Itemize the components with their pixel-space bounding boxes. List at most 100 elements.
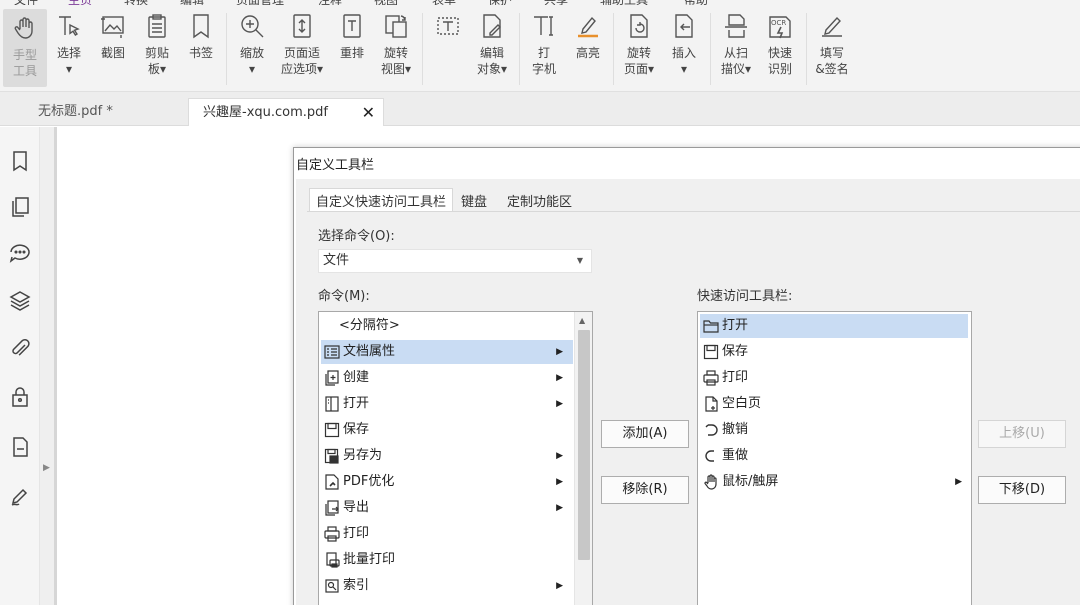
select-button[interactable]: 选择 ▾ [47, 13, 91, 77]
batch-print-icon [326, 552, 340, 568]
list-item[interactable]: 保存 [321, 418, 573, 442]
bookmark-panel-icon[interactable] [8, 149, 32, 173]
comments-panel-icon[interactable] [8, 241, 32, 265]
snapshot-button[interactable]: 截图 [91, 13, 135, 61]
tab-divider [307, 211, 1080, 212]
clipboard-button[interactable]: 剪贴 板▾ [135, 13, 179, 77]
rotate-page-icon [630, 14, 648, 38]
fill-sign-icon [822, 16, 842, 37]
scanner-icon [725, 14, 747, 38]
undo-icon [705, 424, 718, 436]
rotate-view-label: 旋转 视图▾ [380, 46, 412, 76]
list-item[interactable]: 批量打印 [321, 548, 573, 572]
list-item[interactable]: 创建 ▶ [321, 366, 573, 390]
list-item[interactable]: 另存为 ▶ [321, 444, 573, 468]
document-tab-bar: 无标题.pdf * 兴趣屋-xqu.com.pdf ✕ [0, 92, 1080, 126]
list-item[interactable]: 文档属性 ▶ [321, 340, 573, 364]
print-icon [703, 370, 719, 386]
command-category-value: 文件 [323, 253, 350, 268]
ocr-button[interactable]: OCR 快速 识别 [758, 13, 802, 77]
highlight-button[interactable]: 高亮 [566, 13, 610, 61]
typewriter-button[interactable]: 打 字机 [522, 13, 566, 77]
typewriter-icon [534, 16, 553, 36]
tab-xqu-pdf[interactable]: 兴趣屋-xqu.com.pdf ✕ [188, 98, 384, 126]
tab-untitled[interactable]: 无标题.pdf * [24, 98, 186, 126]
edit-text-button[interactable] [426, 13, 470, 39]
navigation-panel [0, 127, 40, 605]
list-item[interactable]: <分隔符> [321, 314, 573, 338]
create-icon [325, 370, 339, 386]
scroll-thumb[interactable] [578, 330, 590, 560]
edit-text-icon [437, 17, 459, 35]
signature-panel-icon[interactable] [8, 483, 32, 507]
hand-tool-button[interactable]: 手型 工具 [3, 9, 47, 87]
attachment-panel-icon[interactable] [8, 337, 32, 361]
scan-label: 从扫 描仪▾ [720, 46, 752, 76]
list-item[interactable]: PDF优化 ▶ [321, 470, 573, 494]
tab-quick-access[interactable]: 自定义快速访问工具栏 [309, 188, 454, 212]
page-format-panel-icon[interactable] [8, 435, 32, 459]
fit-page-icon [293, 14, 311, 38]
save-icon [324, 422, 340, 438]
close-tab-icon[interactable]: ✕ [362, 99, 375, 127]
rotate-page-label: 旋转 页面▾ [623, 46, 655, 76]
tab-xqu-pdf-label: 兴趣屋-xqu.com.pdf [203, 105, 328, 120]
edit-object-icon [483, 14, 501, 38]
reflow-button[interactable]: 重排 [330, 13, 374, 61]
move-down-button[interactable]: 下移(D) [978, 476, 1066, 504]
hand-tool-label: 手型 工具 [12, 48, 37, 78]
list-item[interactable]: 打印 [321, 522, 573, 546]
fill-sign-label: 填写 &签名 [815, 46, 849, 76]
list-item[interactable]: 打开 ▶ [321, 392, 573, 416]
quick-access-label: 快速访问工具栏: [697, 289, 793, 304]
panel-collapse-strip[interactable]: ▶ [40, 127, 54, 605]
list-item[interactable]: 空白页 [700, 392, 968, 416]
list-item[interactable]: 打印 [700, 366, 968, 390]
list-item[interactable]: 鼠标/触屏 ▶ [700, 470, 968, 494]
typewriter-label: 打 字机 [531, 46, 556, 76]
tab-keyboard[interactable]: 键盘 [461, 191, 487, 210]
list-item[interactable]: 索引 ▶ [321, 574, 573, 598]
list-item[interactable]: 保存 [700, 340, 968, 364]
fill-sign-button[interactable]: 填写 &签名 [810, 13, 854, 77]
scan-button[interactable]: 从扫 描仪▾ [714, 13, 758, 77]
pages-panel-icon[interactable] [8, 195, 32, 219]
ocr-label: 快速 识别 [767, 46, 792, 76]
highlighter-icon [578, 16, 598, 38]
submenu-arrow-icon: ▶ [556, 581, 563, 591]
tab-customize-ribbon[interactable]: 定制功能区 [507, 191, 572, 210]
rotate-page-button[interactable]: 旋转 页面▾ [617, 13, 661, 77]
move-up-button[interactable]: 上移(U) [978, 420, 1066, 448]
text-select-icon [59, 16, 80, 36]
layers-panel-icon[interactable] [8, 289, 32, 313]
dropdown-arrow-icon[interactable]: ▼ [577, 250, 583, 272]
list-item[interactable]: 撤销 [700, 418, 968, 442]
quick-access-list[interactable]: 打开 保存 打印 空白页 撤销 重做 鼠标/触屏 ▶ [697, 311, 972, 605]
command-category-select[interactable]: 文件 ▼ [318, 249, 592, 273]
ribbon-separator [422, 13, 423, 85]
commands-list[interactable]: <分隔符> 文档属性 ▶ 创建 ▶ 打开 ▶ 保存 另存为 ▶ PDF优化 ▶ … [318, 311, 593, 605]
edit-object-button[interactable]: 编辑 对象▾ [470, 13, 514, 77]
remove-button[interactable]: 移除(R) [601, 476, 689, 504]
submenu-arrow-icon: ▶ [556, 451, 563, 461]
zoom-button[interactable]: 缩放 ▾ [230, 13, 274, 77]
select-command-label: 选择命令(O): [318, 229, 395, 244]
fit-page-button[interactable]: 页面适 应选项▾ [279, 13, 325, 77]
scroll-up-icon[interactable]: ▲ [579, 316, 585, 325]
security-panel-icon[interactable] [8, 385, 32, 409]
expand-panel-icon[interactable]: ▶ [43, 463, 50, 473]
rotate-view-icon [385, 15, 407, 38]
list-item[interactable]: 重做 [700, 444, 968, 468]
insert-button[interactable]: 插入 ▾ [662, 13, 706, 77]
ribbon-toolbar: 手型 工具 选择 ▾ 截图 剪贴 板▾ 书签 缩放 ▾ 页面适 应选项▾ 重排 … [0, 5, 1080, 92]
add-button[interactable]: 添加(A) [601, 420, 689, 448]
rotate-view-button[interactable]: 旋转 视图▾ [374, 13, 418, 77]
commands-scrollbar[interactable]: ▲ [574, 312, 592, 605]
list-item[interactable]: 打开 [700, 314, 968, 338]
list-item[interactable]: 导出 ▶ [321, 496, 573, 520]
zoom-label: 缩放 ▾ [239, 46, 264, 76]
customize-toolbar-dialog: 自定义工具栏 自定义快速访问工具栏 键盘 定制功能区 选择命令(O): 文件 ▼… [293, 147, 1080, 605]
bookmark-button[interactable]: 书签 [179, 13, 223, 61]
tab-untitled-label: 无标题.pdf * [38, 104, 113, 119]
submenu-arrow-icon: ▶ [556, 399, 563, 409]
